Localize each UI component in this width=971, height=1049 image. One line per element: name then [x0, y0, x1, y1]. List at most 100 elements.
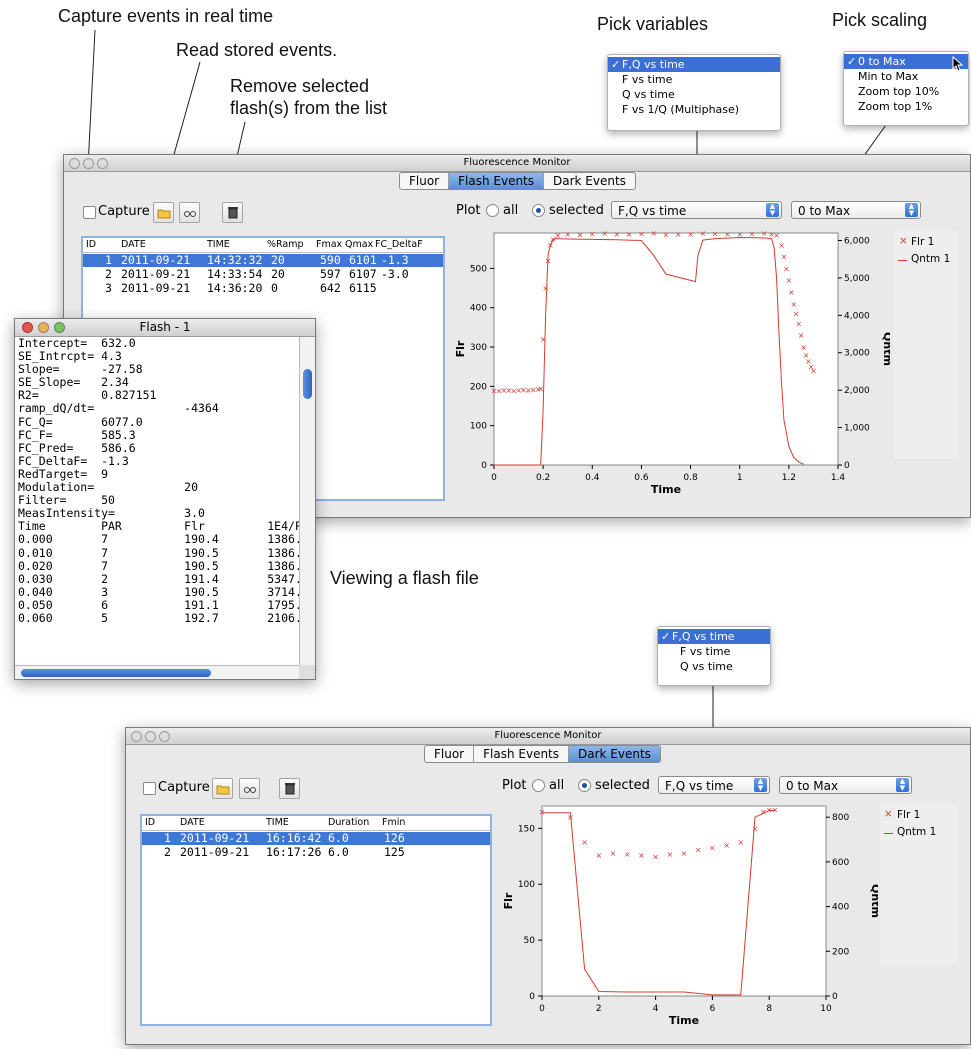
chart-1: 0 0.2 0.4 0.6 0.8 1 1.2 1.4 0 100 200 300 400 500 0 1,0… — [454, 229, 890, 496]
column-header[interactable]: TIME — [266, 816, 289, 830]
close-icon[interactable] — [69, 158, 80, 169]
tab-dark-events[interactable]: Dark Events — [544, 173, 635, 189]
radio-selected-label: selected — [549, 203, 604, 218]
tab-dark-events[interactable]: Dark Events — [569, 746, 660, 762]
table-row[interactable]: 1 2011-09-21 16:16:42 6.0 126 — [142, 832, 490, 845]
y-tick-label: 500 — [470, 264, 487, 274]
column-header[interactable]: ID — [145, 816, 155, 830]
scaling-menu-item[interactable]: ✓ 0 to Max — [844, 54, 968, 69]
column-header[interactable]: Fmin — [382, 816, 405, 830]
horizontal-scrollbar[interactable] — [15, 665, 299, 679]
flash-data-line: 0.050 6 191.1 1795.5 — [18, 597, 299, 612]
flash-data-line: ramp_dQ/dt= -4364 — [18, 401, 219, 416]
flr-data-point: × — [700, 229, 707, 238]
column-header[interactable]: Fmax — [316, 238, 342, 252]
y2-tick-label: 2,000 — [844, 386, 870, 396]
variables-select[interactable]: F,Q vs time ▲ ▼ — [611, 201, 782, 219]
y-tick-label: 200 — [470, 382, 487, 392]
x-tick-label: 0.8 — [683, 473, 698, 483]
table-row[interactable]: 2 2011-09-21 16:17:26 6.0 125 — [142, 846, 490, 859]
y2-tick-label: 4,000 — [844, 311, 870, 321]
column-header[interactable]: TIME — [207, 238, 230, 252]
zoom-icon[interactable] — [159, 731, 170, 742]
capture-label: Capture — [98, 204, 150, 219]
capture-checkbox[interactable] — [83, 206, 96, 219]
radio-all[interactable] — [486, 204, 499, 217]
variables-menu-item[interactable]: Q vs time — [658, 659, 770, 674]
flash-data-line: 0.000 7 190.4 1386.3 — [18, 532, 299, 547]
open-file-button[interactable] — [153, 202, 174, 223]
variables-menu-item[interactable]: F vs 1/Q (Multiphase) — [608, 102, 780, 117]
legend-marker-flr: × — [884, 808, 893, 820]
view-flash-button[interactable] — [239, 778, 260, 799]
scaling-menu-item[interactable]: Zoom top 10% — [844, 84, 968, 99]
column-header[interactable]: Qmax — [345, 238, 373, 252]
list-header: ID DATE TIME Duration Fmin — [142, 816, 490, 831]
tab-flash-events[interactable]: Flash Events — [449, 173, 545, 189]
column-header[interactable]: Duration — [328, 816, 369, 830]
scaling-menu-item[interactable]: Zoom top 1% — [844, 99, 968, 114]
scaling-menu-item[interactable]: Min to Max — [844, 69, 968, 84]
zoom-icon[interactable] — [97, 158, 108, 169]
variables-select[interactable]: F,Q vs time ▲ ▼ — [658, 776, 770, 794]
variables-menu-item[interactable]: F vs time — [658, 644, 770, 659]
window-titlebar: Fluorescence Monitor — [64, 155, 970, 172]
x-tick-label: 0 — [491, 473, 497, 483]
radio-all[interactable] — [532, 779, 545, 792]
close-icon[interactable] — [131, 731, 142, 742]
variables-menu-item[interactable]: Q vs time — [608, 87, 780, 102]
remove-flash-button[interactable] — [222, 202, 243, 223]
table-row[interactable]: 2 2011-09-21 14:33:54 20 597 6107 -3.0 — [83, 268, 443, 281]
y2-axis-label: Qntm — [869, 884, 878, 918]
tab-flash-events[interactable]: Flash Events — [474, 746, 570, 762]
tab-bar: Fluor Flash Events Dark Events — [424, 745, 661, 763]
open-file-button[interactable] — [212, 778, 233, 799]
flr-data-point: × — [681, 849, 688, 858]
radio-selected[interactable] — [532, 204, 545, 217]
view-flash-button[interactable] — [179, 202, 200, 223]
dark-events-list[interactable]: ID DATE TIME Duration Fmin 1 2011-09-21 16… — [140, 814, 492, 1026]
scaling-menu: ✓ 0 to Max Min to Max Zoom top 10% Zoom t… — [843, 51, 969, 126]
remove-flash-button[interactable] — [279, 778, 300, 799]
variables-menu-item[interactable]: ✓ F,Q vs time — [608, 57, 780, 72]
flr-data-point: × — [626, 230, 633, 239]
scaling-select[interactable]: 0 to Max ▲ ▼ — [779, 776, 912, 794]
scroll-thumb[interactable] — [21, 669, 211, 677]
plot-label: Plot — [502, 778, 527, 793]
minimize-icon[interactable] — [83, 158, 94, 169]
glasses-icon — [183, 210, 196, 217]
glasses-icon — [243, 786, 256, 793]
column-header[interactable]: DATE — [121, 238, 146, 252]
scaling-select[interactable]: 0 to Max ▲ ▼ — [791, 201, 921, 219]
column-header[interactable]: ID — [86, 238, 96, 252]
x-tick-label: 10 — [820, 1004, 832, 1014]
column-header[interactable]: FC_DeltaF — [375, 238, 423, 252]
column-header[interactable]: %Ramp — [267, 238, 304, 252]
zoom-icon[interactable] — [54, 322, 65, 333]
variables-menu-item[interactable]: ✓ F,Q vs time — [658, 629, 770, 644]
tab-fluor[interactable]: Fluor — [425, 746, 475, 762]
fluorescence-monitor-window-2: Fluorescence Monitor Fluor Flash Events … — [125, 727, 971, 1045]
x-tick-label: 0 — [539, 1004, 545, 1014]
capture-checkbox[interactable] — [143, 782, 156, 795]
variables-menu-item[interactable]: F vs time — [608, 72, 780, 87]
y2-tick-label: 0 — [844, 461, 850, 471]
table-row[interactable]: 1 2011-09-21 14:32:32 20 590 6101 -1.3 — [83, 254, 443, 267]
minimize-icon[interactable] — [145, 731, 156, 742]
radio-selected[interactable] — [578, 779, 591, 792]
y-tick-label: 300 — [470, 343, 487, 353]
scroll-thumb[interactable] — [303, 369, 312, 399]
variables-menu: ✓ F,Q vs time F vs time Q vs time F vs 1/… — [607, 54, 781, 131]
flash-data-line: 0.060 5 192.7 2106.4 — [18, 610, 299, 625]
minimize-icon[interactable] — [38, 322, 49, 333]
vertical-scrollbar[interactable] — [299, 337, 315, 665]
x-tick-label: 0.6 — [634, 473, 649, 483]
flr-data-point: × — [564, 230, 571, 239]
flash-data-line: FC_F= 585.3 — [18, 427, 136, 442]
y2-tick-label: 5,000 — [844, 274, 870, 284]
close-icon[interactable] — [22, 322, 33, 333]
flr-data-point: × — [539, 808, 546, 817]
tab-fluor[interactable]: Fluor — [400, 173, 450, 189]
table-row[interactable]: 3 2011-09-21 14:36:20 0 642 6115 — [83, 282, 443, 295]
column-header[interactable]: DATE — [180, 816, 205, 830]
